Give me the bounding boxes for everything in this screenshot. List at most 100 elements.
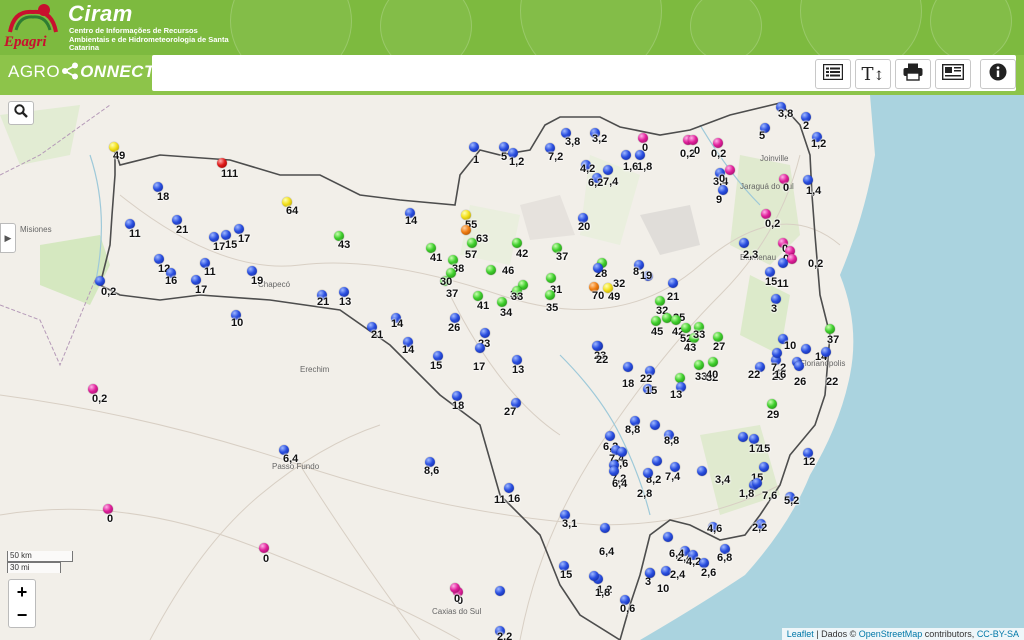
station-value-label: 70	[592, 290, 605, 302]
station-marker-magenta[interactable]	[725, 165, 735, 175]
newspaper-icon	[941, 63, 965, 85]
station-value-label: 41	[477, 300, 490, 312]
station-marker-green[interactable]	[512, 238, 522, 248]
station-value-label: 7,4	[603, 176, 619, 188]
station-marker-blue[interactable]	[668, 278, 678, 288]
station-marker-red[interactable]	[217, 158, 227, 168]
agroconnect-logo[interactable]: AGRO ONNECT	[8, 62, 155, 85]
station-value-label: 41	[430, 252, 443, 264]
station-marker-green[interactable]	[651, 316, 661, 326]
station-marker-blue[interactable]	[623, 362, 633, 372]
station-marker-blue[interactable]	[617, 447, 627, 457]
station-marker-blue[interactable]	[739, 238, 749, 248]
station-marker-blue[interactable]	[469, 142, 479, 152]
station-marker-blue[interactable]	[650, 420, 660, 430]
station-marker-green[interactable]	[694, 360, 704, 370]
station-value-label: 22	[826, 376, 839, 388]
expand-panel-button[interactable]: ▶	[0, 223, 16, 253]
station-value-label: 9	[716, 194, 723, 206]
station-marker-blue[interactable]	[609, 466, 619, 476]
station-marker-orange[interactable]	[461, 225, 471, 235]
station-value-label: 3	[771, 303, 778, 315]
station-value-label: 49	[608, 291, 621, 303]
station-value-label: 8	[633, 266, 640, 278]
station-marker-blue[interactable]	[821, 347, 831, 357]
scale-mi: 30 mi	[7, 562, 61, 573]
share-icon	[61, 62, 79, 85]
list-button[interactable]	[815, 59, 851, 89]
info-button[interactable]	[980, 59, 1016, 89]
city-label: Caxias do Sul	[432, 607, 482, 616]
station-marker-blue[interactable]	[593, 263, 603, 273]
station-value-label: 1,2	[811, 138, 827, 150]
station-marker-green[interactable]	[486, 265, 496, 275]
station-value-label: 6,4	[599, 546, 615, 558]
ciram-title[interactable]: Ciram	[68, 1, 133, 27]
station-value-label: 17	[213, 241, 226, 253]
station-marker-green[interactable]	[708, 357, 718, 367]
station-marker-blue[interactable]	[621, 150, 631, 160]
station-marker-green[interactable]	[681, 323, 691, 333]
station-marker-green[interactable]	[546, 273, 556, 283]
station-marker-green[interactable]	[545, 290, 555, 300]
station-value-label: 19	[640, 270, 653, 282]
station-marker-blue[interactable]	[635, 150, 645, 160]
station-value-label: 37	[556, 251, 569, 263]
station-value-label: 10	[231, 317, 244, 329]
station-value-label: 1,4	[806, 185, 822, 197]
map-search-button[interactable]	[8, 101, 34, 125]
newspaper-button[interactable]	[935, 59, 971, 89]
station-marker-blue[interactable]	[504, 483, 514, 493]
station-marker-blue[interactable]	[794, 361, 804, 371]
leaflet-link[interactable]: Leaflet	[787, 629, 814, 639]
station-marker-green[interactable]	[446, 268, 456, 278]
osm-link[interactable]: OpenStreetMap	[859, 629, 923, 639]
station-marker-green[interactable]	[467, 238, 477, 248]
station-value-label: 0,2	[101, 286, 117, 298]
station-marker-blue[interactable]	[752, 478, 762, 488]
zoom-out-button[interactable]: −	[8, 603, 36, 628]
city-label: Misiones	[20, 225, 52, 234]
station-marker-green[interactable]	[767, 399, 777, 409]
station-marker-magenta[interactable]	[259, 543, 269, 553]
station-marker-blue[interactable]	[603, 165, 613, 175]
station-marker-blue[interactable]	[643, 468, 653, 478]
station-marker-blue[interactable]	[738, 432, 748, 442]
station-marker-magenta[interactable]	[787, 254, 797, 264]
station-marker-magenta[interactable]	[450, 583, 460, 593]
station-marker-blue[interactable]	[697, 466, 707, 476]
print-button[interactable]	[895, 59, 931, 89]
station-marker-green[interactable]	[671, 315, 681, 325]
station-marker-blue[interactable]	[652, 456, 662, 466]
station-value-label: 12	[803, 456, 816, 468]
license-link[interactable]: CC-BY-SA	[977, 629, 1019, 639]
station-value-label: 2,4	[670, 569, 686, 581]
map-container[interactable]: Misiones Chapecó Erechim Passo Fundo Cax…	[0, 95, 1024, 640]
station-marker-blue[interactable]	[778, 258, 788, 268]
station-marker-blue[interactable]	[475, 343, 485, 353]
station-marker-blue[interactable]	[495, 586, 505, 596]
station-marker-blue[interactable]	[480, 328, 490, 338]
station-marker-blue[interactable]	[592, 341, 602, 351]
zoom-in-button[interactable]: +	[8, 579, 36, 605]
station-marker-blue[interactable]	[605, 431, 615, 441]
station-marker-blue[interactable]	[772, 348, 782, 358]
station-marker-blue[interactable]	[645, 568, 655, 578]
text-size-button[interactable]: T↕	[855, 59, 891, 89]
station-marker-blue[interactable]	[801, 344, 811, 354]
station-value-label: 15	[225, 239, 238, 251]
station-marker-blue[interactable]	[600, 523, 610, 533]
station-marker-blue[interactable]	[759, 462, 769, 472]
station-marker-blue[interactable]	[803, 175, 813, 185]
station-marker-blue[interactable]	[589, 571, 599, 581]
station-marker-green[interactable]	[825, 324, 835, 334]
station-value-label: 21	[667, 291, 680, 303]
station-marker-green[interactable]	[497, 297, 507, 307]
station-value-label: 5	[501, 151, 508, 163]
station-value-label: 14	[391, 318, 404, 330]
station-marker-blue[interactable]	[663, 532, 673, 542]
attribution-contributors: contributors,	[922, 629, 977, 639]
station-marker-magenta[interactable]	[713, 138, 723, 148]
station-marker-magenta[interactable]	[688, 135, 698, 145]
station-marker-blue[interactable]	[95, 276, 105, 286]
